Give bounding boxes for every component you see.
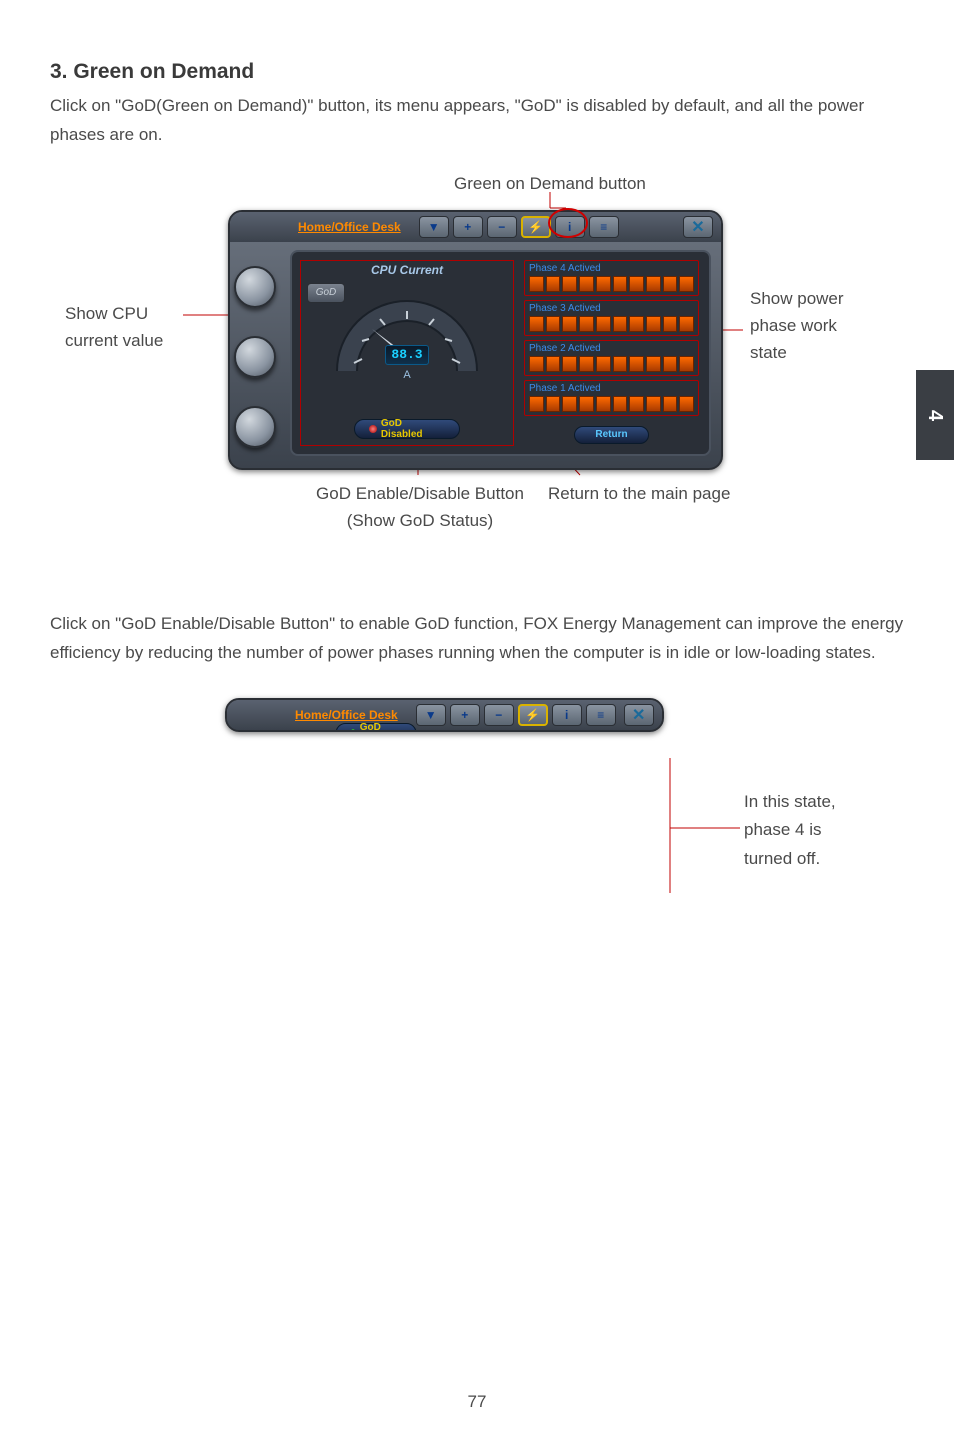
callout-phase-l2: phase work [750,312,844,339]
side-orbs [228,266,282,448]
cpu-current-pane: CPU Current GoD [300,260,514,446]
orb-2[interactable] [234,336,276,378]
phase-3-bars [529,316,694,332]
topbar-close-icon[interactable]: ✕ [683,216,713,238]
fig2-caption-l3: turned off. [744,845,836,874]
cpu-current-value: 88.3 [385,345,429,365]
callout-cpu-l2: current value [65,327,163,354]
phase-2-label: Phase 2 Actived [529,343,694,354]
topbar-settings-icon[interactable]: ≡ [589,216,619,238]
callout-cpu-l1: Show CPU [65,300,163,327]
god-toggle-label-2: GoD Enabled [360,722,402,732]
phase-1-bars [529,396,694,412]
amp-unit-label: A [399,369,415,383]
callout-return: Return to the main page [548,480,730,507]
app-content: CPU Current GoD [290,250,711,456]
god-toggle-button-2[interactable]: GoD Enabled [335,723,416,732]
status-dot-icon [369,425,377,433]
topbar-settings-icon-2[interactable]: ≡ [586,704,616,726]
callout-god-toggle-l2: (Show GoD Status) [305,507,535,534]
phase-3-box: Phase 3 Actived [524,300,699,336]
topbar-god-icon-2[interactable]: ⚡ [518,704,548,726]
phase-1-box: Phase 1 Actived [524,380,699,416]
page-number: 77 [0,1392,954,1412]
callout-god-toggle-l1: GoD Enable/Disable Button [305,480,535,507]
fig2-caption-l1: In this state, [744,788,836,817]
return-button[interactable]: Return [574,426,648,444]
phase-4-label: Phase 4 Actived [529,263,694,274]
app-topbar-2: Home/Office Desk ▼ + − ⚡ i ≡ ✕ [227,700,662,730]
figure-1: Green on Demand button Show CPU current … [50,170,910,550]
topbar-info-icon-2[interactable]: i [552,704,582,726]
fig2-caption-l2: phase 4 is [744,816,836,845]
topbar-dropdown-icon[interactable]: ▼ [419,216,449,238]
topbar-minus-icon-2[interactable]: − [484,704,514,726]
site-label[interactable]: Home/Office Desk [298,220,401,234]
figure-2: Home/Office Desk ▼ + − ⚡ i ≡ ✕ CPU Curre… [50,698,910,988]
god-toggle-button[interactable]: GoD Disabled [354,419,460,439]
app-panel-1: Home/Office Desk ▼ + − ⚡ i ≡ ✕ CPU Curre… [228,210,723,470]
topbar-plus-icon[interactable]: + [453,216,483,238]
phase-1-label: Phase 1 Actived [529,383,694,394]
paragraph-2: Click on "GoD Enable/Disable Button" to … [50,610,904,668]
chapter-tab: 4 [916,370,954,460]
topbar-info-icon[interactable]: i [555,216,585,238]
cpu-current-title: CPU Current [301,263,513,277]
callout-phase-l1: Show power [750,285,844,312]
phase-4-bars [529,276,694,292]
topbar-plus-icon-2[interactable]: + [450,704,480,726]
topbar-dropdown-icon-2[interactable]: ▼ [416,704,446,726]
topbar-minus-icon[interactable]: − [487,216,517,238]
app-panel-2: Home/Office Desk ▼ + − ⚡ i ≡ ✕ CPU Curre… [225,698,664,732]
paragraph-1: Click on "GoD(Green on Demand)" button, … [50,92,904,150]
phase-pane: Phase 4 Actived Phase 3 Actived Phase 2 … [524,260,699,446]
topbar-god-icon[interactable]: ⚡ [521,216,551,238]
callout-god-button: Green on Demand button [454,170,646,197]
phase-2-bars [529,356,694,372]
phase-4-box: Phase 4 Actived [524,260,699,296]
orb-1[interactable] [234,266,276,308]
section-heading: 3. Green on Demand [50,60,904,84]
phase-2-box: Phase 2 Actived [524,340,699,376]
callout-phase-l3: state [750,339,844,366]
site-label-2[interactable]: Home/Office Desk [295,708,398,722]
app-topbar: Home/Office Desk ▼ + − ⚡ i ≡ ✕ [230,212,721,242]
god-toggle-label: GoD Disabled [381,418,445,440]
phase-3-label: Phase 3 Actived [529,303,694,314]
orb-3[interactable] [234,406,276,448]
status-dot-icon-2 [350,729,355,732]
topbar-close-icon-2[interactable]: ✕ [624,704,654,726]
